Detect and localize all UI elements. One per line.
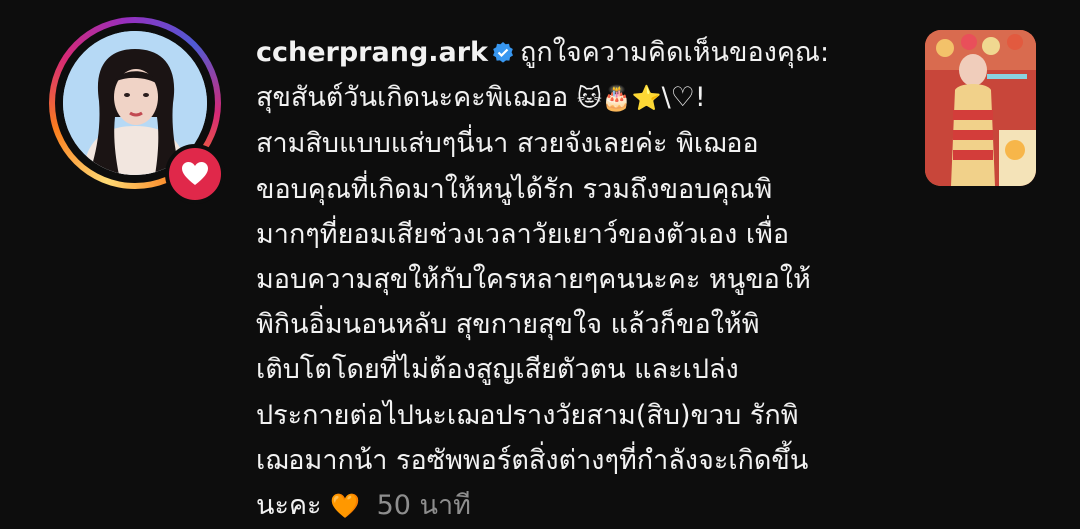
comment-line-2: สามสิบแบบแส่บๆนี่นา สวยจังเลยค่ะ พิเฌออ [256, 128, 759, 160]
action-text: ถูกใจความคิดเห็นของคุณ: [520, 37, 830, 68]
like-badge [165, 144, 225, 204]
post-thumbnail-image [925, 30, 1036, 186]
username[interactable]: ccherprang.ark [256, 37, 488, 68]
comment-line-6: พิกินอิ่มนอนหลับ สุขกายสุขใจ แล้วก็ขอให้… [256, 309, 760, 341]
comment-line-1: สุขสันต์วันเกิดนะคะพิเฌออ 🐱🎂⭐\♡! [256, 75, 896, 121]
comment-line-7: เติบโตโดยที่ไม่ต้องสูญเสียตัวตน และเปล่ง [256, 354, 739, 386]
comment-line-5: มอบความสุขให้กับใครหลายๆคนนะคะ หนูขอให้ [256, 264, 811, 296]
heart-icon [182, 162, 208, 185]
comment-line-3: ขอบคุณที่เกิดมาให้หนูได้รัก รวมถึงขอบคุณ… [256, 173, 773, 205]
notification-text: ccherprang.ark ถูกใจความคิดเห็นของคุณ: สุ… [256, 30, 896, 529]
comment-line-9: เฌอมากน้า รอซัพพอร์ตสิ่งต่างๆที่กำลังจะเ… [256, 444, 809, 476]
comment-line-8: ประกายต่อไปนะเฌอปรางวัยสาม(สิบ)ขวบ รักพิ [256, 399, 799, 431]
like-notification[interactable]: ccherprang.ark ถูกใจความคิดเห็นของคุณ: สุ… [0, 0, 1080, 521]
comment-suffix: \♡! [661, 82, 706, 114]
emoji-group: 🐱🎂⭐ [576, 84, 662, 113]
post-thumbnail[interactable] [925, 30, 1036, 186]
comment-text: นะคะ [256, 490, 322, 522]
notification-header-line: ccherprang.ark ถูกใจความคิดเห็นของคุณ: [256, 30, 896, 75]
verified-badge-icon [493, 42, 514, 63]
orange-heart-emoji: 🧡 [330, 492, 361, 521]
timestamp: 50 นาที [376, 490, 471, 522]
comment-line-4: มากๆที่ยอมเสียช่วงเวลาวัยเยาว์ของตัวเอง … [256, 218, 790, 250]
comment-text: สุขสันต์วันเกิดนะคะพิเฌออ [256, 82, 569, 114]
comment-line-10: นะคะ 🧡 50 นาที [256, 483, 896, 529]
